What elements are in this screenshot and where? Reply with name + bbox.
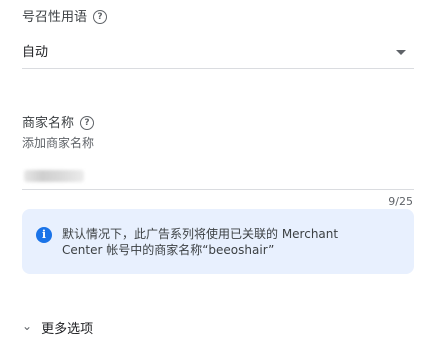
info-banner: i 默认情况下，此广告系列将使用已关联的 Merchant Center 帐号中… [22, 209, 414, 274]
business-name-label-row: 商家名称? [22, 115, 95, 132]
info-message-line-2: Center 帐号中的商家名称“beeoshair” [62, 243, 275, 257]
business-name-underline [22, 189, 414, 190]
dropdown-arrow-icon [396, 50, 406, 55]
business-name-label: 商家名称 [22, 116, 75, 131]
cta-label: 号召性用语 [22, 10, 88, 25]
cta-select-underline [22, 68, 414, 69]
more-options-label: 更多选项 [41, 322, 94, 337]
info-message-line-1: 默认情况下，此广告系列将使用已关联的 Merchant [62, 227, 339, 241]
info-icon: i [36, 227, 52, 243]
chevron-down-icon: ⌄ [22, 319, 33, 333]
cta-select-value: 自动 [22, 45, 49, 60]
business-name-placeholder: 添加商家名称 [22, 136, 95, 150]
cta-label-row: 号召性用语? [22, 9, 108, 26]
business-name-input[interactable] [22, 160, 414, 190]
help-icon[interactable]: ? [80, 115, 95, 130]
more-options-toggle[interactable]: ⌄ 更多选项 [22, 318, 93, 338]
cta-select[interactable]: 自动 [22, 38, 414, 68]
char-counter: 9/25 [388, 195, 413, 208]
redacted-value [24, 170, 84, 182]
help-icon[interactable]: ? [93, 9, 108, 24]
info-message: 默认情况下，此广告系列将使用已关联的 Merchant Center 帐号中的商… [62, 226, 402, 258]
